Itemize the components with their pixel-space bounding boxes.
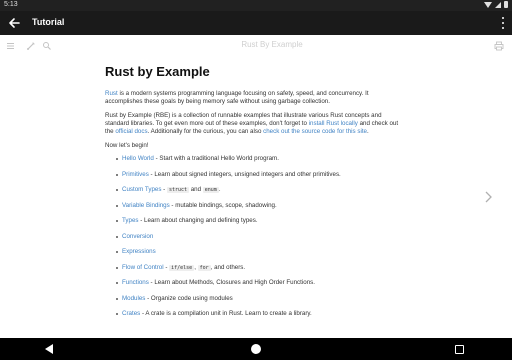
status-time: 5:13 (4, 1, 18, 8)
list-item: Custom Types - struct and enum. (116, 186, 403, 202)
topic-link-crates[interactable]: Crates (122, 310, 140, 317)
code-if-else: if/else (169, 264, 195, 271)
topic-link-custom-types[interactable]: Custom Types (122, 186, 161, 193)
page-title: Rust by Example (105, 64, 210, 79)
topic-link-conversion[interactable]: Conversion (122, 233, 153, 240)
official-docs-link[interactable]: official docs (115, 128, 147, 135)
battery-icon (504, 1, 508, 8)
code-enum: enum (202, 187, 219, 193)
topic-desc: - Start with a traditional Hello World p… (153, 155, 279, 162)
topic-link-primitives[interactable]: Primitives (122, 171, 149, 178)
topic-link-variable-bindings[interactable]: Variable Bindings (122, 202, 170, 209)
list-item: Expressions (116, 248, 403, 264)
begin-text: Now let's begin! (105, 142, 149, 149)
topic-desc-end: . (218, 186, 221, 193)
arrow-back-icon[interactable] (5, 14, 23, 32)
topic-desc: - Organize code using modules (145, 294, 233, 302)
rbe-text-4: . (367, 128, 369, 135)
topic-desc-mid: and (189, 186, 203, 193)
topic-desc: - Learn about signed integers, unsigned … (148, 170, 341, 178)
navigation-bar (0, 338, 512, 360)
nav-recents-icon[interactable] (455, 345, 464, 354)
source-code-link[interactable]: check out the source code for this site (263, 128, 367, 135)
wifi-icon (484, 2, 492, 8)
print-icon[interactable] (493, 39, 505, 51)
install-rust-link[interactable]: install Rust locally (309, 120, 358, 127)
topic-desc-end: , and others. (210, 263, 246, 271)
topic-link-flow-of-control[interactable]: Flow of Control (122, 264, 164, 271)
book-title: Rust By Example (241, 40, 303, 49)
list-item: Functions - Learn about Methods, Closure… (116, 279, 403, 295)
code-for: for (197, 264, 211, 271)
intro-paragraph: Rust is a modern systems programming lan… (105, 90, 403, 106)
topic-link-functions[interactable]: Functions (122, 279, 149, 286)
rbe-paragraph: Rust by Example (RBE) is a collection of… (105, 112, 403, 136)
list-item: Crates - A crate is a compilation unit i… (116, 310, 403, 326)
list-item: Flow of Control - if/else, for, and othe… (116, 264, 403, 280)
book-toolbar: Rust By Example (0, 35, 512, 55)
list-item: Conversion (116, 233, 403, 249)
topic-desc: - Learn about Methods, Closures and High… (148, 279, 315, 286)
topic-desc: - A crate is a compilation unit in Rust.… (140, 310, 312, 317)
status-bar: 5:13 (0, 0, 512, 11)
list-item: Hello World - Start with a traditional H… (116, 155, 403, 171)
nav-home-icon[interactable] (251, 344, 261, 354)
code-struct: struct (166, 187, 189, 193)
overflow-menu-icon[interactable] (500, 17, 506, 29)
rust-link[interactable]: Rust (105, 90, 118, 97)
topic-desc: - Learn about changing and defining type… (138, 217, 258, 224)
signal-icon (495, 2, 501, 8)
topic-link-modules[interactable]: Modules (122, 295, 145, 302)
list-item: Types - Learn about changing and definin… (116, 217, 403, 233)
intro-text: is a modern systems programming language… (105, 90, 369, 105)
topic-link-hello-world[interactable]: Hello World (122, 155, 154, 162)
nav-back-icon[interactable] (45, 344, 53, 354)
list-item: Modules - Organize code using modules (116, 295, 403, 311)
page-content: Rust by Example Rust is a modern systems… (105, 64, 403, 326)
list-item: Variable Bindings - mutable bindings, sc… (116, 202, 403, 218)
rbe-text-3: . Additionally for the curious, you can … (147, 128, 264, 135)
chevron-right-icon[interactable] (484, 190, 492, 203)
topic-link-types[interactable]: Types (122, 217, 139, 224)
list-item: Primitives - Learn about signed integers… (116, 171, 403, 187)
app-bar: Tutorial (0, 11, 512, 35)
topic-desc: - mutable bindings, scope, shadowing. (169, 201, 277, 209)
status-icons (484, 1, 508, 8)
app-title: Tutorial (32, 17, 65, 27)
topic-link-expressions[interactable]: Expressions (122, 248, 156, 255)
topic-list: Hello World - Start with a traditional H… (105, 155, 403, 326)
